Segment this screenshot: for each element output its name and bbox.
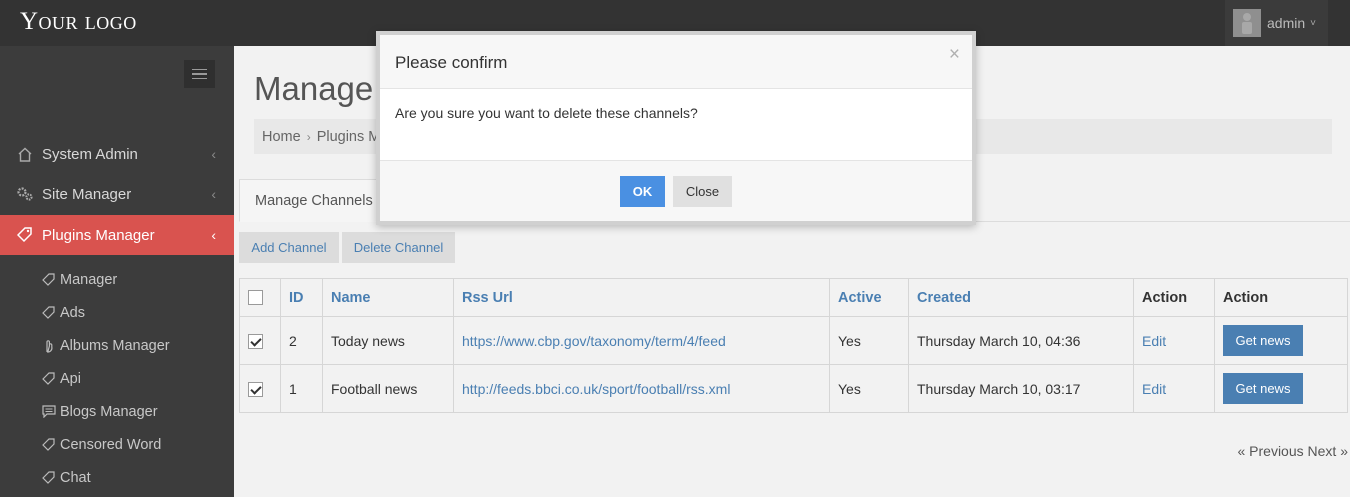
dialog-header: Please confirm × bbox=[380, 35, 972, 89]
dialog-body: Are you sure you want to delete these ch… bbox=[380, 89, 972, 160]
close-button[interactable]: Close bbox=[673, 176, 732, 207]
dialog-title: Please confirm bbox=[395, 53, 508, 72]
ok-button[interactable]: OK bbox=[620, 176, 665, 207]
close-icon[interactable]: × bbox=[949, 44, 960, 66]
dialog-message: Are you sure you want to delete these ch… bbox=[395, 105, 698, 121]
dialog-footer: OK Close bbox=[380, 160, 972, 221]
confirm-dialog: Please confirm × Are you sure you want t… bbox=[376, 31, 976, 225]
